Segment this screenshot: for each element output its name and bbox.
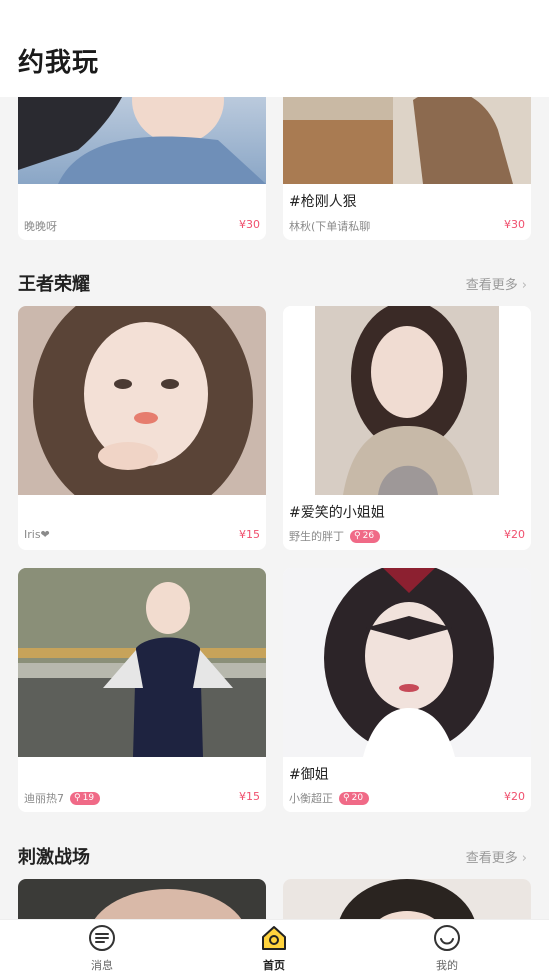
player-photo [18, 568, 266, 757]
player-photo [283, 568, 531, 757]
player-owner: 野生的胖丁 ⚲ 26 [289, 528, 381, 544]
location-pin-icon: ⚲ [354, 531, 361, 541]
player-photo [18, 306, 266, 495]
player-card[interactable]: 迪丽热7 ⚲ 19 ¥15 [18, 568, 266, 812]
location-pin-icon: ⚲ [343, 793, 350, 803]
tab-home[interactable]: 首页 [234, 920, 314, 977]
location-badge: ⚲ 19 [70, 791, 101, 805]
page-title: 约我玩 [18, 48, 100, 78]
see-more-link[interactable]: 查看更多 › [466, 847, 527, 866]
player-caption: #爱笑的小姐姐 [289, 505, 385, 521]
tab-messages[interactable]: 消息 [62, 920, 142, 977]
player-price: ¥15 [239, 790, 260, 803]
home-icon [262, 926, 286, 950]
player-owner: 晚晚呀 [24, 220, 57, 233]
player-price: ¥15 [239, 528, 260, 541]
see-more-link[interactable]: 查看更多 › [466, 274, 527, 293]
player-caption: #御姐 [289, 767, 329, 783]
player-price: ¥30 [239, 218, 260, 231]
player-owner: Iris❤ [24, 528, 50, 541]
chevron-right-icon: › [521, 851, 527, 866]
section-title: 王者荣耀 [18, 274, 90, 295]
smile-profile-icon [434, 925, 460, 951]
tab-profile[interactable]: 我的 [407, 920, 487, 977]
bottom-tab-bar: 消息 首页 我的 [0, 919, 549, 977]
player-price: ¥20 [504, 790, 525, 803]
player-caption: #枪刚人狠 [289, 194, 357, 210]
chevron-right-icon: › [521, 278, 527, 293]
location-badge: ⚲ 26 [350, 529, 381, 543]
player-card[interactable]: #御姐 小衡超正 ⚲ 20 ¥20 [283, 568, 531, 812]
tab-label: 首页 [263, 959, 285, 972]
tab-label: 我的 [436, 959, 458, 972]
player-price: ¥30 [504, 218, 525, 231]
section-title: 刺激战场 [18, 847, 90, 868]
app-header: 约我玩 [0, 0, 549, 97]
message-icon [89, 925, 115, 951]
player-card[interactable]: Iris❤ ¥15 [18, 306, 266, 550]
player-price: ¥20 [504, 528, 525, 541]
tab-label: 消息 [91, 959, 113, 972]
feed[interactable]: 晚晚呀 ¥30 #枪刚人狠 林秋(下单请私聊 ¥30 王者荣耀 查看更多 › Ir… [0, 0, 549, 976]
player-owner: 小衡超正 ⚲ 20 [289, 790, 370, 806]
player-owner: 林秋(下单请私聊 [289, 220, 371, 233]
location-pin-icon: ⚲ [74, 793, 81, 803]
player-card[interactable]: #爱笑的小姐姐 野生的胖丁 ⚲ 26 ¥20 [283, 306, 531, 550]
player-photo [283, 306, 531, 495]
location-badge: ⚲ 20 [339, 791, 370, 805]
player-owner: 迪丽热7 ⚲ 19 [24, 790, 101, 806]
